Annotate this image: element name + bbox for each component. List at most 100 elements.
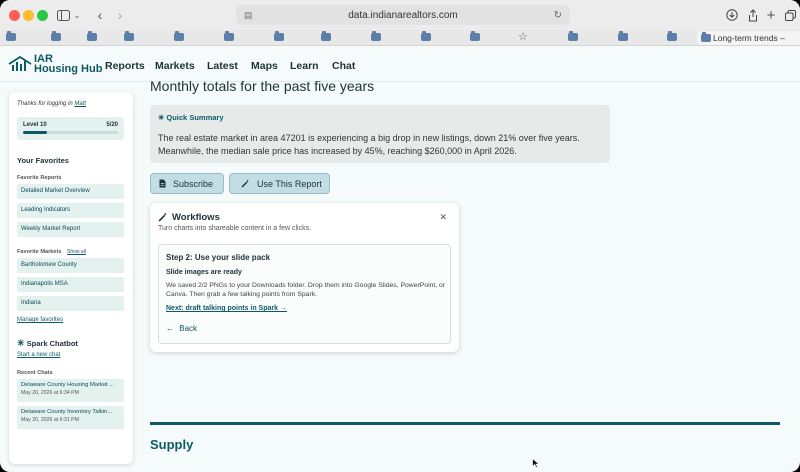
section-divider — [150, 422, 780, 425]
recent-chats-heading: Recent Chats — [17, 370, 53, 376]
manage-favorites-link[interactable]: Manage favorites — [17, 317, 63, 323]
favorite-folder-icon[interactable] — [87, 31, 97, 41]
nav-learn[interactable]: Learn — [290, 60, 319, 72]
nav-latest[interactable]: Latest — [207, 60, 238, 72]
section-heading-supply: Supply — [150, 437, 194, 452]
step-text: We saved 2/2 PNGs to your Downloads fold… — [166, 282, 446, 298]
browser-window: ⌄ ‹ › ▤ data.indianarealtors.com ↻ + ☆ L… — [0, 0, 800, 472]
quick-summary-heading: ✳ Quick Summary — [158, 113, 224, 122]
favorite-report-item[interactable]: Weekly Market Report — [17, 222, 124, 237]
favorites-heading: Your Favorites — [17, 156, 69, 165]
chatbot-heading: ✳ Spark Chatbot — [17, 338, 78, 349]
favorite-market-item[interactable]: Indianapolis MSA — [17, 277, 124, 292]
reload-icon[interactable]: ↻ — [554, 10, 562, 21]
subscribe-button[interactable]: Subscribe — [150, 173, 224, 194]
favorite-folder-icon[interactable] — [274, 31, 284, 41]
downloads-icon[interactable] — [726, 6, 738, 24]
favorite-market-item[interactable]: Indiana — [17, 296, 124, 311]
magic-wand-icon — [241, 179, 250, 190]
share-icon[interactable] — [747, 6, 759, 24]
next-step-link[interactable]: Next: draft talking points in Spark → — [166, 305, 287, 312]
favorite-folder-icon[interactable] — [51, 31, 61, 41]
sidebar: Thanks for logging in Matt Level 10 5/20… — [9, 92, 133, 464]
arrow-left-icon: ← — [166, 324, 174, 333]
recent-chat-date: May 20, 2026 at 6:34 PM — [21, 390, 79, 396]
logo-line-2: Housing Hub — [34, 63, 103, 75]
favorite-report-item[interactable]: Leading Indicators — [17, 203, 124, 218]
back-label: Back — [179, 324, 198, 333]
user-link[interactable]: Matt — [74, 101, 86, 107]
favorite-folder-icon[interactable] — [618, 31, 628, 41]
nav-markets[interactable]: Markets — [155, 60, 195, 72]
sidebar-toggle-icon[interactable] — [56, 6, 70, 24]
close-window-button[interactable] — [9, 10, 20, 21]
magic-wand-icon — [158, 212, 168, 224]
nav-chat[interactable]: Chat — [332, 60, 355, 72]
nav-reports[interactable]: Reports — [105, 60, 145, 72]
site-settings-icon[interactable]: ▤ — [244, 10, 253, 21]
show-all-link[interactable]: Show all — [67, 249, 86, 255]
level-progress-bar — [23, 131, 118, 134]
favorite-folder-icon[interactable] — [371, 31, 381, 41]
favorite-folder-icon[interactable] — [124, 31, 134, 41]
quick-summary-card: ✳ Quick Summary The real estate market i… — [150, 105, 610, 163]
workflows-subtitle: Turn charts into shareable content in a … — [158, 225, 312, 232]
zoom-window-button[interactable] — [37, 10, 48, 21]
address-bar[interactable]: ▤ data.indianarealtors.com ↻ — [236, 5, 570, 25]
spark-icon: ✳ — [17, 338, 25, 348]
back-button[interactable]: ← Back — [166, 324, 197, 333]
workflow-step-card: Step 2: Use your slide pack Slide images… — [158, 244, 451, 344]
favorite-markets-heading: Favorite Markets Show all — [17, 249, 86, 255]
step-title: Step 2: Use your slide pack — [166, 253, 271, 262]
favorite-markets-label: Favorite Markets — [17, 249, 62, 255]
active-tab[interactable]: Long-term trends – — [697, 31, 800, 45]
favorite-folder-icon[interactable] — [174, 31, 184, 41]
step-heading: Slide images are ready — [166, 269, 242, 276]
favorite-market-item[interactable]: Bartholomew County — [17, 258, 124, 273]
tab-overview-icon[interactable] — [784, 6, 796, 24]
mouse-cursor-icon — [532, 458, 540, 468]
recent-chat-date: May 20, 2026 at 6:31 PM — [21, 417, 79, 423]
subscribe-label: Subscribe — [173, 178, 214, 189]
favorite-folder-icon[interactable] — [667, 31, 677, 41]
chatbot-heading-text: Spark Chatbot — [26, 339, 78, 348]
tab-folder-icon — [701, 32, 711, 42]
favorite-folder-icon[interactable] — [470, 31, 480, 41]
site-header: IAR Housing Hub Reports Markets Latest M… — [0, 46, 800, 82]
close-icon[interactable]: ✕ — [439, 212, 447, 223]
favorites-bar: ☆ Long-term trends – — [0, 30, 800, 46]
recent-chat-item[interactable]: Delaware County Inventory Talkin... May … — [17, 406, 124, 429]
favorite-folder-icon[interactable] — [568, 31, 578, 41]
workflows-title: Workflows — [172, 212, 220, 223]
recent-chat-title: Delaware County Housing Market ... — [21, 382, 115, 388]
favorite-folder-icon[interactable] — [421, 31, 431, 41]
logo-text[interactable]: IAR Housing Hub — [34, 54, 103, 75]
login-greeting: Thanks for logging in Matt — [17, 101, 86, 107]
recent-chat-item[interactable]: Delaware County Housing Market ... May 2… — [17, 379, 124, 402]
quick-summary-title: Quick Summary — [166, 113, 224, 122]
chevron-down-icon[interactable]: ⌄ — [72, 6, 82, 24]
new-chat-link[interactable]: Start a new chat — [17, 352, 60, 358]
favorite-folder-icon[interactable] — [224, 31, 234, 41]
house-logo-icon[interactable] — [8, 56, 32, 72]
document-icon — [159, 179, 166, 190]
nav-maps[interactable]: Maps — [251, 60, 278, 72]
sparkle-icon: ✳ — [158, 113, 165, 122]
back-icon[interactable]: ‹ — [94, 6, 106, 24]
workflows-panel: Workflows ✕ Turn charts into shareable c… — [150, 203, 459, 352]
favorite-folder-icon[interactable] — [6, 31, 16, 41]
browser-toolbar: ⌄ ‹ › ▤ data.indianarealtors.com ↻ + — [0, 0, 800, 30]
active-tab-title: Long-term trends – — [713, 33, 785, 43]
level-count: 5/20 — [106, 122, 118, 128]
recent-chat-title: Delaware County Inventory Talkin... — [21, 409, 113, 415]
new-tab-icon[interactable]: + — [765, 6, 777, 24]
url-text: data.indianarealtors.com — [348, 9, 458, 21]
star-icon[interactable]: ☆ — [518, 30, 528, 43]
use-this-report-button[interactable]: Use This Report — [229, 173, 330, 194]
favorite-folder-icon[interactable] — [321, 31, 331, 41]
level-progress-card: Level 10 5/20 — [17, 117, 124, 140]
favorite-report-item[interactable]: Detailed Market Overview — [17, 184, 124, 199]
minimize-window-button[interactable] — [23, 10, 34, 21]
forward-icon[interactable]: › — [114, 6, 126, 24]
greeting-text: Thanks for logging in — [17, 101, 73, 107]
